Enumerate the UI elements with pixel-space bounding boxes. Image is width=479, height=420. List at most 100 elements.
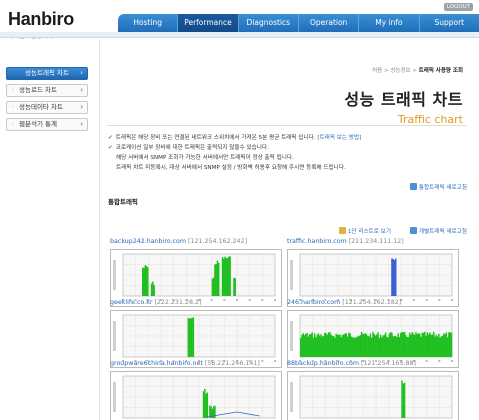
traffic-bar: [421, 332, 424, 357]
traffic-bar: [223, 258, 225, 296]
traffic-bar: [211, 278, 214, 296]
traffic-bar: [315, 337, 317, 357]
traffic-chart-card[interactable]: 246.hanbiro.com [121.254.162.182]: [287, 299, 459, 368]
tab-my-info[interactable]: My info: [358, 14, 418, 32]
traffic-bar: [153, 285, 155, 296]
chart-host[interactable]: geeklife.co.kr: [110, 299, 152, 306]
traffic-bar: [433, 331, 435, 357]
chart-host[interactable]: groupware6china.hanbiro.net: [110, 360, 203, 367]
axis-label-placeholder: [113, 382, 116, 412]
traffic-bar: [368, 336, 370, 357]
traffic-chart-card[interactable]: traffic.hanbiro.com [211.234.111.12]: [287, 238, 459, 307]
traffic-graph-image: [113, 314, 276, 362]
page-title-ko: 성능 트래픽 차트: [344, 90, 463, 109]
traffic-bar: [379, 334, 382, 357]
chart-host[interactable]: traffic.hanbiro.com: [287, 238, 347, 245]
list-view-link[interactable]: 1단 리스트로 보기: [338, 227, 391, 235]
sidebar-item-label: 성능트래픽 차트: [25, 69, 69, 77]
breadcrumb-home[interactable]: 처음: [372, 68, 382, 74]
tab-hosting[interactable]: Hosting: [118, 14, 177, 32]
sidebar: 성능트래픽 차트 › · 성능로드 차트 › · 성능데이타 차트 › · 웹분…: [6, 67, 88, 135]
refresh-all-traffic-link[interactable]: 통합트래픽 새로고침: [409, 183, 467, 191]
traffic-bar: [450, 332, 453, 357]
traffic-bar: [310, 334, 312, 357]
traffic-bar: [316, 334, 318, 357]
sidebar-item-web-stats[interactable]: · 웹분석기 통계 ›: [6, 118, 88, 131]
traffic-bar: [376, 334, 378, 357]
traffic-chart-card[interactable]: 88backup.hanbiro.com [121.254.165.88]: [287, 360, 459, 420]
traffic-bar: [229, 256, 231, 296]
section-title: 통합트래픽: [108, 198, 138, 206]
chevron-right-icon: ›: [80, 86, 83, 94]
traffic-bar: [443, 333, 445, 357]
traffic-bar: [330, 334, 332, 357]
traffic-bar: [436, 336, 439, 357]
traffic-bar: [313, 333, 316, 357]
traffic-bar: [415, 332, 417, 357]
traffic-bar: [305, 333, 307, 357]
chart-host[interactable]: 88backup.hanbiro.com: [287, 360, 359, 367]
traffic-bar: [216, 260, 219, 296]
traffic-bar: [445, 332, 448, 357]
traffic-bar: [401, 332, 403, 357]
traffic-bar: [414, 334, 416, 357]
breadcrumb-current: 트래픽 사용량 조회: [418, 68, 463, 74]
sidebar-item-load-chart[interactable]: · 성능로드 차트 ›: [6, 84, 88, 97]
logout-button[interactable]: LOGOUT: [443, 3, 473, 11]
axis-label-placeholder: [113, 260, 116, 290]
tab-support[interactable]: Support: [418, 14, 479, 32]
traffic-bar: [325, 333, 327, 357]
traffic-bar: [357, 336, 359, 357]
chart-ip: [222.231.28.2]: [154, 299, 202, 306]
traffic-bar: [424, 331, 426, 357]
traffic-bar: [439, 337, 441, 357]
traffic-bar: [398, 337, 401, 357]
traffic-bar: [226, 258, 229, 296]
chart-host[interactable]: 246.hanbiro.com: [287, 299, 340, 306]
tab-diagnostics[interactable]: Diagnostics: [237, 14, 298, 32]
traffic-bar: [395, 258, 397, 296]
chart-host[interactable]: backup242.hanbiro.com: [110, 238, 186, 245]
traffic-help-link[interactable]: [트래픽 보는 방법]: [317, 135, 361, 141]
traffic-graph-image: [113, 375, 276, 419]
traffic-bar: [382, 335, 384, 357]
traffic-bar: [392, 259, 394, 296]
traffic-bar: [202, 391, 205, 418]
traffic-bar: [320, 334, 322, 357]
traffic-bar: [426, 332, 429, 357]
breadcrumb-level1[interactable]: 성능정보: [390, 68, 410, 74]
traffic-bar: [346, 336, 349, 357]
traffic-bar: [307, 336, 310, 357]
traffic-bar: [417, 333, 420, 357]
refresh-individual-traffic-link[interactable]: 개별트래픽 새로고침: [409, 227, 467, 235]
traffic-bar: [224, 256, 226, 296]
traffic-bar: [353, 337, 355, 357]
divider: [99, 40, 100, 420]
traffic-bar: [431, 334, 434, 357]
traffic-bar: [407, 337, 410, 357]
refresh-icon: [409, 227, 417, 234]
traffic-bar: [381, 337, 383, 357]
traffic-bar: [234, 278, 236, 296]
tab-operation[interactable]: Operation: [297, 14, 358, 32]
traffic-bar: [425, 335, 427, 357]
traffic-bar: [388, 333, 391, 357]
traffic-bar: [205, 393, 207, 418]
list-icon: [338, 227, 346, 234]
chart-ip: [121.254.162.182]: [342, 299, 402, 306]
divider: [107, 125, 467, 126]
traffic-bar: [187, 317, 190, 357]
traffic-bar: [332, 335, 335, 357]
traffic-chart-card[interactable]: geeklife.co.kr [222.231.28.2]: [110, 299, 282, 368]
sidebar-item-traffic-chart[interactable]: 성능트래픽 차트 ›: [6, 67, 88, 80]
traffic-bar: [448, 332, 450, 357]
traffic-bar: [214, 405, 216, 418]
traffic-bar: [372, 331, 374, 357]
traffic-bar: [434, 336, 436, 357]
traffic-bar: [338, 334, 340, 357]
sidebar-item-data-chart[interactable]: · 성능데이타 차트 ›: [6, 101, 88, 114]
traffic-bar: [339, 334, 341, 357]
traffic-chart-card[interactable]: backup242.hanbiro.com [121.254.162.242]: [110, 238, 282, 307]
tab-performance[interactable]: Performance: [177, 14, 238, 32]
traffic-chart-card[interactable]: groupware6china.hanbiro.net [58.221.246.…: [110, 360, 282, 420]
